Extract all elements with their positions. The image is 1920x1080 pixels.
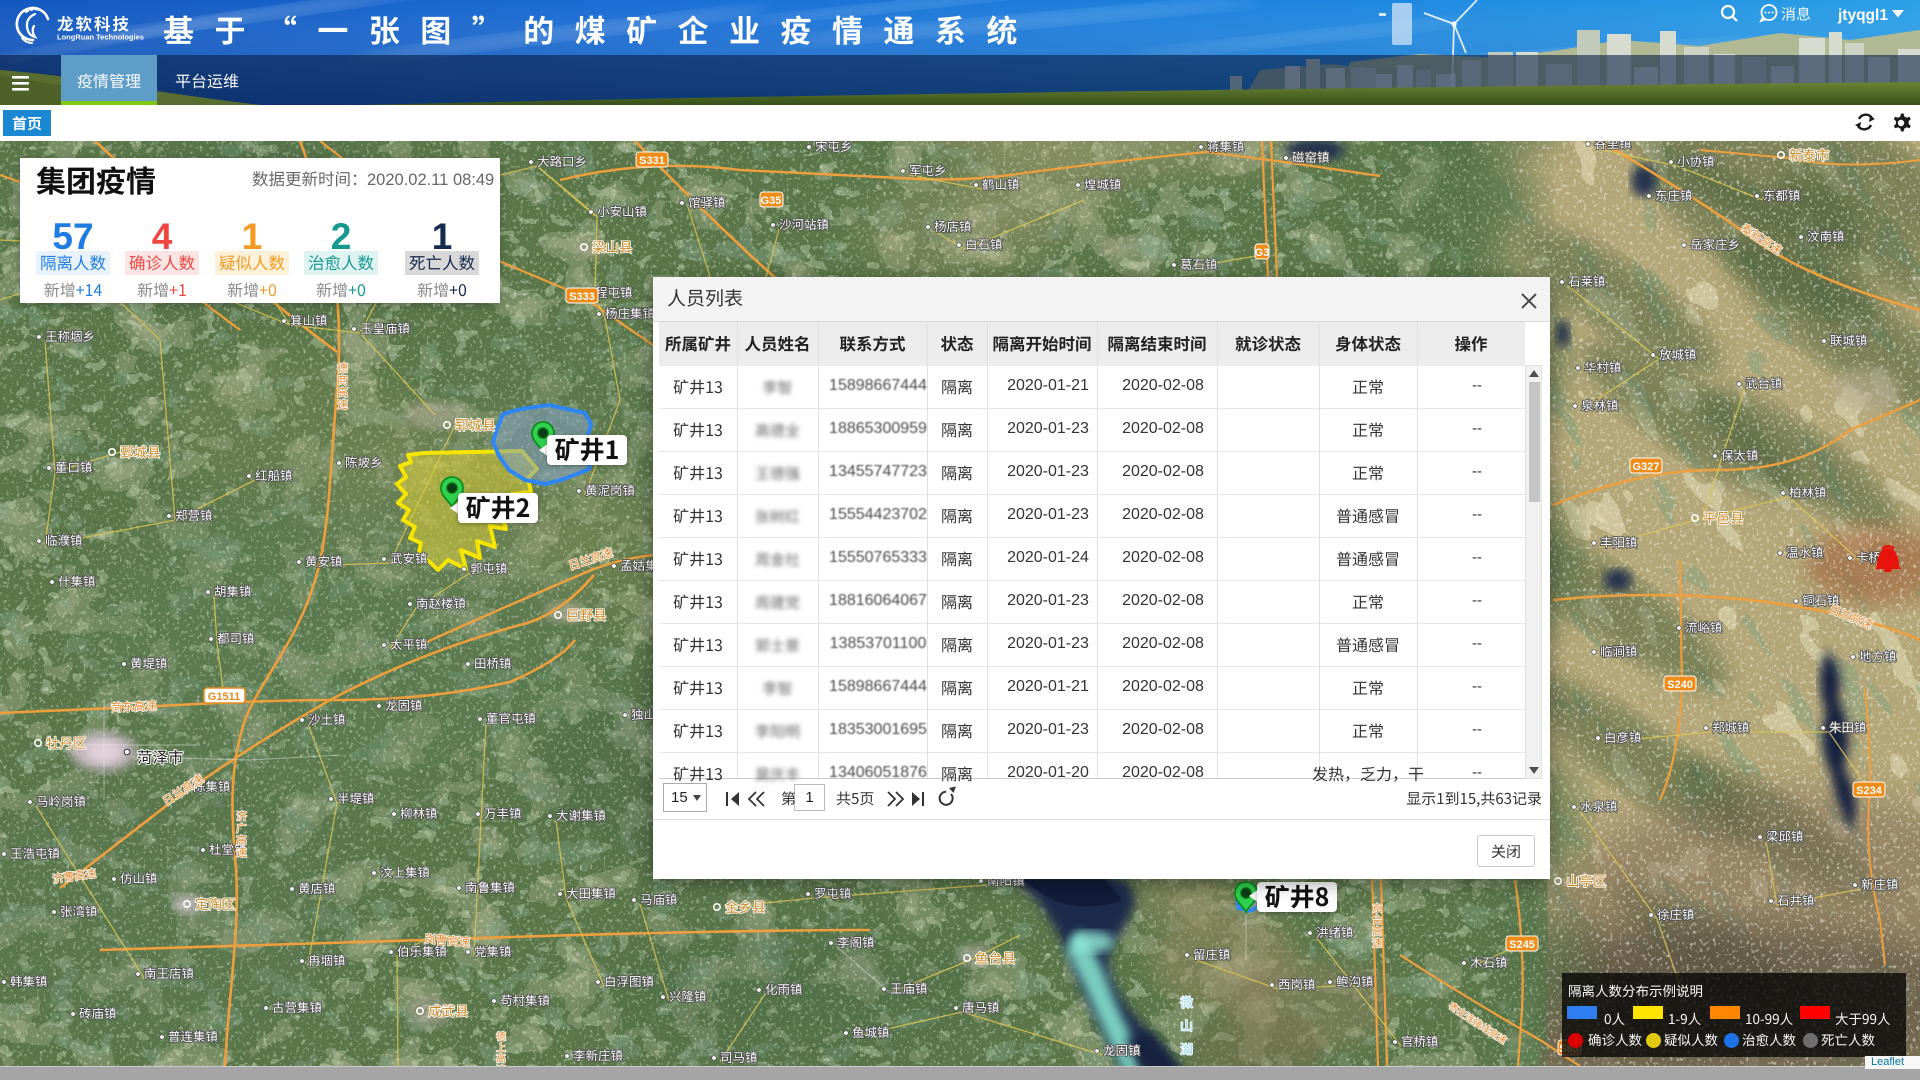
svg-text:S245: S245 <box>1509 939 1535 951</box>
svg-text:S240: S240 <box>1667 679 1693 691</box>
svg-text:G327: G327 <box>1633 461 1660 473</box>
svg-text:S234: S234 <box>1856 785 1883 797</box>
svg-text:S331: S331 <box>639 155 665 167</box>
svg-text:S333: S333 <box>569 291 595 303</box>
svg-text:G3: G3 <box>1255 247 1270 259</box>
svg-text:G1511: G1511 <box>208 691 240 703</box>
svg-text:G35: G35 <box>761 195 782 207</box>
